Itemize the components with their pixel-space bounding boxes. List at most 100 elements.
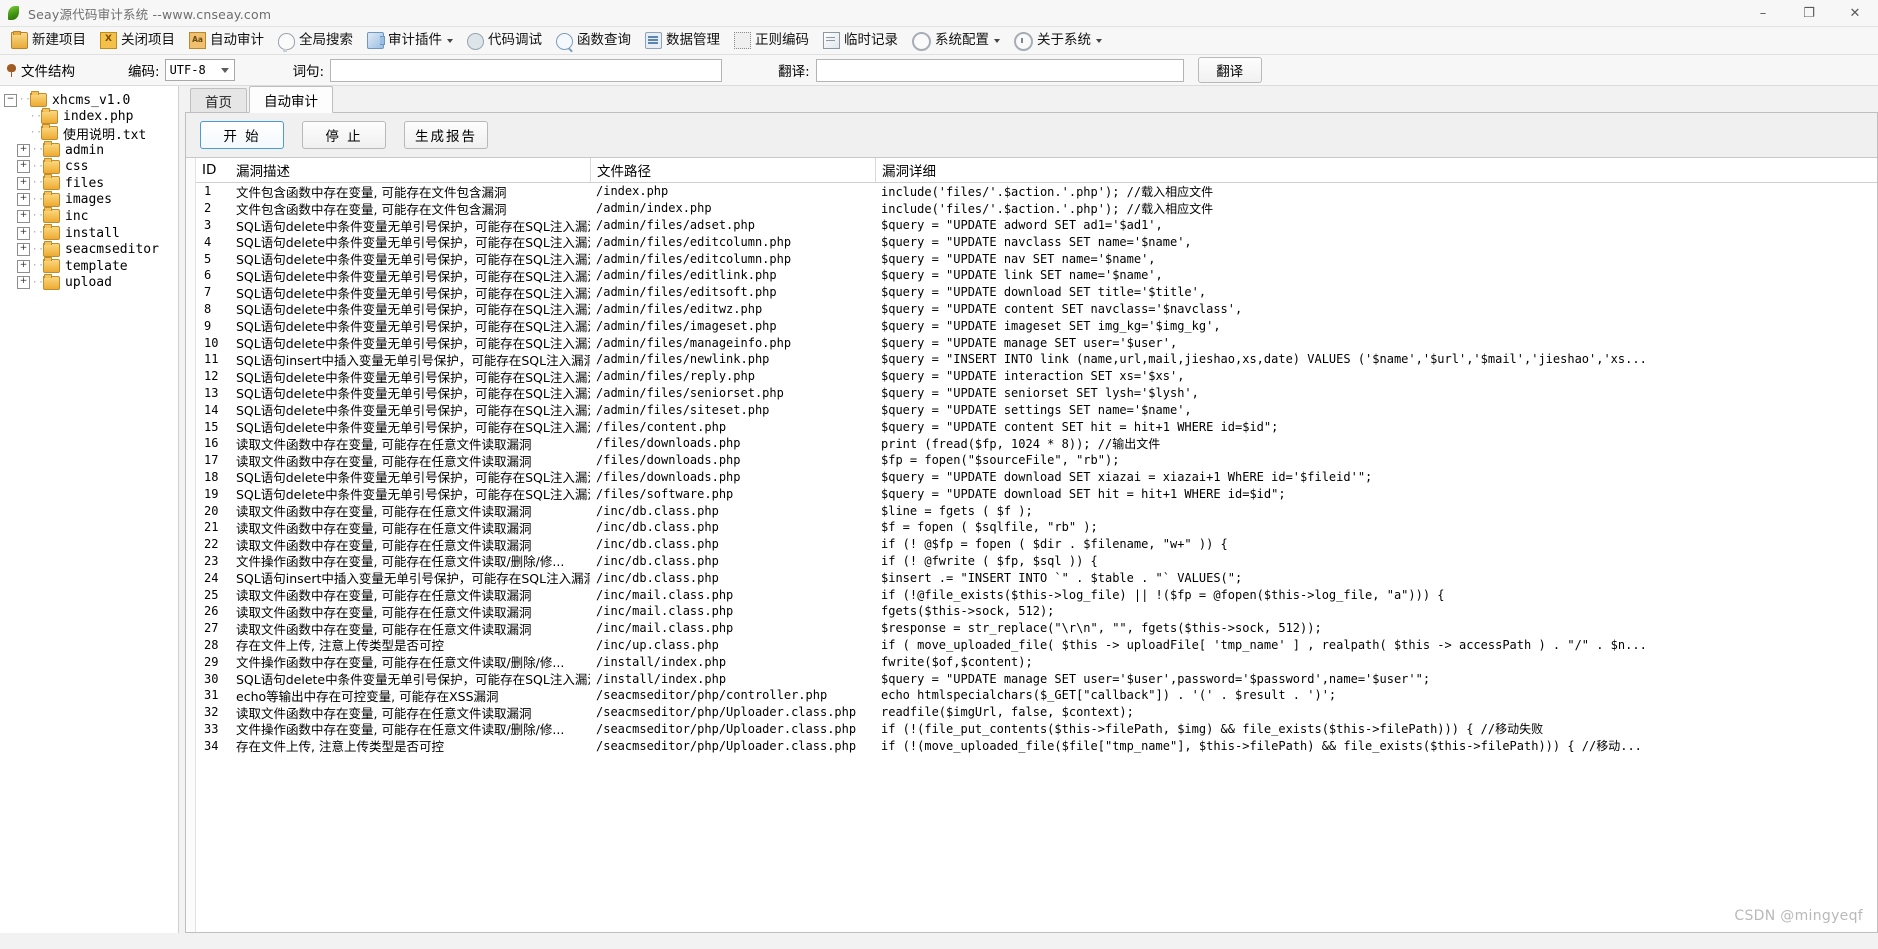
table-row[interactable]: 5 SQL语句delete中条件变量无单引号保护，可能存在SQL注入漏洞/admi… [196, 250, 1877, 268]
table-row[interactable]: 11 SQL语句insert中插入变量无单引号保护，可能存在SQL注入漏洞/adm… [196, 351, 1877, 368]
start-button[interactable]: 开 始 [200, 121, 284, 149]
translate-input[interactable] [815, 58, 1184, 82]
table-row[interactable]: 23 文件操作函数中存在变量, 可能存在任意文件读取/删除/修.../inc/db… [196, 553, 1877, 570]
toolbar-item-function-query[interactable]: 函数查询 [550, 29, 637, 53]
expand-icon[interactable]: + [17, 276, 30, 290]
table-row[interactable]: 16 读取文件函数中存在变量, 可能存在任意文件读取漏洞/files/downlo… [196, 435, 1877, 452]
toolbar-label: 审计插件 [388, 32, 442, 48]
table-row[interactable]: 33 文件操作函数中存在变量, 可能存在任意文件读取/删除/修.../seacms… [196, 721, 1877, 738]
table-row[interactable]: 19 SQL语句delete中条件变量无单引号保护，可能存在SQL注入漏洞/fil… [196, 485, 1877, 503]
table-row[interactable]: 20 读取文件函数中存在变量, 可能存在任意文件读取漏洞/inc/db.class… [196, 502, 1877, 520]
file-structure-tab[interactable]: 文件结构 [6, 60, 116, 80]
encoding-select[interactable]: UTF-8 [164, 59, 235, 81]
toolbar-item-global-search[interactable]: 全局搜索 [272, 29, 359, 53]
expand-icon[interactable]: + [17, 193, 30, 207]
table-row[interactable]: 15 SQL语句delete中条件变量无单引号保护，可能存在SQL注入漏洞/fil… [196, 418, 1877, 436]
generate-report-button[interactable]: 生成报告 [404, 121, 488, 149]
minimize-button[interactable]: – [1740, 0, 1786, 26]
table-row[interactable]: 6 SQL语句delete中条件变量无单引号保护，可能存在SQL注入漏洞/admi… [196, 267, 1877, 284]
toolbar-item-code-debug[interactable]: 代码调试 [461, 29, 548, 53]
expand-icon[interactable]: + [17, 243, 30, 257]
toolbar-label: 临时记录 [844, 32, 898, 48]
table-row[interactable]: 25 读取文件函数中存在变量, 可能存在任意文件读取漏洞/inc/mail.cla… [196, 586, 1877, 604]
close-button[interactable]: ✕ [1832, 0, 1878, 26]
cell-filepath: /admin/files/editsoft.php [596, 285, 777, 300]
column-header-filepath[interactable]: 文件路径 [590, 158, 875, 182]
table-row[interactable]: 31 echo等输出中存在可控变量, 可能存在XSS漏洞/seacmseditor… [196, 687, 1877, 704]
table-row[interactable]: 34 存在文件上传, 注意上传类型是否可控/seacmseditor/php/Up… [196, 737, 1877, 755]
toolbar-item-system-config[interactable]: 系统配置 [906, 29, 1006, 53]
table-row[interactable]: 13 SQL语句delete中条件变量无单引号保护，可能存在SQL注入漏洞/adm… [196, 385, 1877, 402]
tree-node[interactable]: +··· template [4, 257, 178, 275]
column-header-description[interactable]: 漏洞描述 [230, 160, 590, 180]
table-row[interactable]: 7 SQL语句delete中条件变量无单引号保护，可能存在SQL注入漏洞/admi… [196, 284, 1877, 301]
table-row[interactable]: 22 读取文件函数中存在变量, 可能存在任意文件读取漏洞/inc/db.class… [196, 536, 1877, 553]
toolbar-item-data-manage[interactable]: 数据管理 [639, 29, 726, 53]
toolbar-item-temp-note[interactable]: 临时记录 [817, 29, 904, 53]
chevron-down-icon[interactable] [994, 38, 1000, 43]
toolbar-item-about[interactable]: 关于系统 [1008, 29, 1108, 53]
expand-icon[interactable]: + [17, 176, 30, 190]
table-row[interactable]: 28 存在文件上传, 注意上传类型是否可控/inc/up.class.php if … [196, 637, 1877, 654]
expand-icon[interactable]: + [17, 160, 30, 174]
cell-filepath: /files/downloads.php [596, 469, 741, 484]
table-row[interactable]: 29 文件操作函数中存在变量, 可能存在任意文件读取/删除/修.../instal… [196, 653, 1877, 671]
toolbar-item-new-project[interactable]: 新建项目 [5, 29, 92, 53]
tree-node[interactable]: +··· images [4, 190, 178, 209]
tree-node[interactable]: +··· upload [4, 273, 178, 292]
tab-auto-audit[interactable]: 自动审计 [249, 86, 333, 113]
table-row[interactable]: 8 SQL语句delete中条件变量无单引号保护，可能存在SQL注入漏洞/admi… [196, 301, 1877, 318]
maximize-button[interactable]: ❐ [1786, 0, 1832, 26]
file-tree[interactable]: −···xhcms_v1.0···index.php···使用说明.txt+··… [0, 86, 178, 291]
tree-connector: ··· [32, 228, 43, 239]
table-row[interactable]: 3 SQL语句delete中条件变量无单引号保护，可能存在SQL注入漏洞/admi… [196, 217, 1877, 234]
tree-node[interactable]: +··· install [4, 224, 178, 242]
table-row[interactable]: 27 读取文件函数中存在变量, 可能存在任意文件读取漏洞/inc/mail.cla… [196, 620, 1877, 637]
chevron-down-icon[interactable] [1096, 38, 1102, 43]
tree-node[interactable]: ··· index.php [4, 107, 178, 126]
cell-id: 9 [204, 318, 212, 333]
expand-icon[interactable]: + [17, 143, 30, 157]
table-row[interactable]: 9 SQL语句delete中条件变量无单引号保护，可能存在SQL注入漏洞/admi… [196, 317, 1877, 335]
tree-node[interactable]: +··· inc [4, 207, 178, 225]
table-row[interactable]: 14 SQL语句delete中条件变量无单引号保护，可能存在SQL注入漏洞/adm… [196, 401, 1877, 419]
table-row[interactable]: 32 读取文件函数中存在变量, 可能存在任意文件读取漏洞/seacmseditor… [196, 704, 1877, 721]
file-tree-sidebar[interactable]: −···xhcms_v1.0···index.php···使用说明.txt+··… [0, 86, 179, 933]
table-row[interactable]: 26 读取文件函数中存在变量, 可能存在任意文件读取漏洞/inc/mail.cla… [196, 603, 1877, 620]
tree-node[interactable]: +··· seacmseditor [4, 240, 178, 258]
translate-button[interactable]: 翻译 [1197, 57, 1262, 83]
toolbar-item-close-project[interactable]: X 关闭项目 [94, 29, 181, 53]
word-input[interactable] [330, 58, 723, 82]
collapse-icon[interactable]: − [4, 93, 17, 107]
tree-node[interactable]: +··· admin [4, 141, 178, 159]
table-row[interactable]: 1 文件包含函数中存在变量, 可能存在文件包含漏洞/index.php includ… [196, 183, 1877, 200]
toolbar-item-auto-audit[interactable]: Aa 自动审计 [183, 29, 270, 53]
table-row[interactable]: 21 读取文件函数中存在变量, 可能存在任意文件读取漏洞/inc/db.class… [196, 519, 1877, 536]
table-row[interactable]: 10 SQL语句delete中条件变量无单引号保护，可能存在SQL注入漏洞/adm… [196, 334, 1877, 352]
folder-icon [43, 273, 60, 290]
expand-icon[interactable]: + [17, 209, 30, 223]
table-row[interactable]: 18 SQL语句delete中条件变量无单引号保护，可能存在SQL注入漏洞/fil… [196, 469, 1877, 486]
table-row[interactable]: 17 读取文件函数中存在变量, 可能存在任意文件读取漏洞/files/downlo… [196, 452, 1877, 469]
tree-node[interactable]: +··· files [4, 174, 178, 192]
column-header-id[interactable]: ID [196, 162, 230, 178]
table-row[interactable]: 2 文件包含函数中存在变量, 可能存在文件包含漏洞/admin/index.php… [196, 200, 1877, 217]
tree-node[interactable]: −··· xhcms_v1.0 [4, 91, 178, 109]
tab-home[interactable]: 首页 [190, 88, 247, 112]
column-header-detail[interactable]: 漏洞详细 [875, 158, 1877, 182]
stop-button[interactable]: 停 止 [302, 121, 386, 149]
table-row[interactable]: 12 SQL语句delete中条件变量无单引号保护，可能存在SQL注入漏洞/adm… [196, 368, 1877, 385]
toolbar-item-regex-encode[interactable]: 正则编码 [728, 29, 815, 53]
toolbar-item-audit-plugin[interactable]: 审计插件 [361, 29, 459, 53]
tree-node[interactable]: ··· 使用说明.txt [4, 124, 178, 143]
table-row[interactable]: 30 SQL语句delete中条件变量无单引号保护，可能存在SQL注入漏洞/ins… [196, 670, 1877, 688]
expand-icon[interactable]: + [17, 226, 30, 240]
tree-node[interactable]: +··· css [4, 157, 178, 175]
expand-icon[interactable]: + [17, 259, 30, 273]
vulnerability-results-grid[interactable]: ID 漏洞描述 文件路径 漏洞详细 1 文件包含函数中存在变量, 可能存在文件包含… [196, 158, 1877, 932]
table-row[interactable]: 4 SQL语句delete中条件变量无单引号保护，可能存在SQL注入漏洞/admi… [196, 233, 1877, 251]
cell-filepath: /inc/db.class.php [596, 537, 719, 552]
table-row[interactable]: 24 SQL语句insert中插入变量无单引号保护，可能存在SQL注入漏洞/inc… [196, 569, 1877, 587]
chevron-down-icon[interactable] [447, 38, 453, 43]
grid-body[interactable]: 1 文件包含函数中存在变量, 可能存在文件包含漏洞/index.php includ… [196, 183, 1877, 754]
